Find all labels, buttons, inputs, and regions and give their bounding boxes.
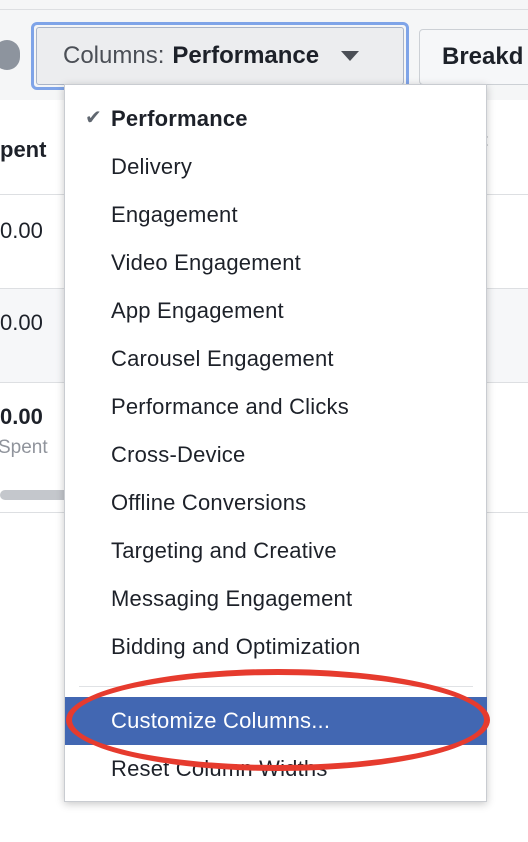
- columns-current-value: Performance: [172, 42, 320, 69]
- menu-item-engagement[interactable]: Engagement: [65, 191, 486, 239]
- menu-divider: [79, 686, 473, 687]
- menu-item-label: App Engagement: [111, 298, 284, 323]
- ads-manager-view: Columns: Performance Breakd pent : 0.00 …: [0, 0, 528, 842]
- menu-item-video-engagement[interactable]: Video Engagement: [65, 239, 486, 287]
- menu-item-label: Delivery: [111, 154, 193, 179]
- menu-item-carousel-engagement[interactable]: Carousel Engagement: [65, 335, 486, 383]
- columns-preset-menu: ✔ Performance Delivery Engagement Video …: [64, 84, 487, 802]
- menu-item-label: Reset Column Widths: [111, 756, 328, 781]
- menu-item-label: Performance and Clicks: [111, 394, 349, 419]
- caret-down-icon: [341, 51, 360, 61]
- menu-item-label: Video Engagement: [111, 250, 301, 275]
- menu-item-label: Messaging Engagement: [111, 586, 353, 611]
- amount-spent-total: 0.00: [0, 404, 43, 429]
- columns-dropdown-inner: Columns: Performance: [36, 27, 404, 85]
- menu-item-label: Performance: [111, 106, 248, 131]
- amount-spent-cell: 0.00: [0, 310, 43, 335]
- checkmark-icon: ✔: [85, 107, 102, 129]
- menu-item-label: Bidding and Optimization: [111, 634, 361, 659]
- menu-item-bidding-and-optimization[interactable]: Bidding and Optimization: [65, 623, 486, 671]
- amount-spent-total-label: Spent: [0, 437, 48, 458]
- columns-dropdown-button[interactable]: Columns: Performance: [31, 22, 409, 90]
- breakdown-label: Breakd: [442, 43, 524, 70]
- menu-item-targeting-and-creative[interactable]: Targeting and Creative: [65, 527, 486, 575]
- customize-columns-item[interactable]: Customize Columns...: [65, 697, 487, 745]
- horizontal-scrollbar[interactable]: [0, 490, 70, 500]
- columns-prefix-label: Columns:: [63, 42, 165, 69]
- menu-item-label: Engagement: [111, 202, 238, 227]
- reset-column-widths-item[interactable]: Reset Column Widths: [65, 754, 486, 784]
- toggle-switch[interactable]: [0, 40, 20, 70]
- menu-item-label: Targeting and Creative: [111, 538, 337, 563]
- menu-item-messaging-engagement[interactable]: Messaging Engagement: [65, 575, 486, 623]
- breakdown-button[interactable]: Breakd: [419, 29, 528, 85]
- menu-item-label: Customize Columns...: [111, 708, 331, 733]
- column-header-amount-spent[interactable]: pent: [0, 137, 46, 163]
- menu-item-delivery[interactable]: Delivery: [65, 143, 486, 191]
- menu-item-performance[interactable]: ✔ Performance: [65, 95, 486, 143]
- menu-item-label: Carousel Engagement: [111, 346, 334, 371]
- menu-item-cross-device[interactable]: Cross-Device: [65, 431, 486, 479]
- menu-item-label: Offline Conversions: [111, 490, 307, 515]
- menu-item-offline-conversions[interactable]: Offline Conversions: [65, 479, 486, 527]
- menu-item-app-engagement[interactable]: App Engagement: [65, 287, 486, 335]
- menu-item-label: Cross-Device: [111, 442, 246, 467]
- amount-spent-cell: 0.00: [0, 218, 43, 243]
- menu-item-performance-and-clicks[interactable]: Performance and Clicks: [65, 383, 486, 431]
- toolbar-divider: [0, 9, 528, 10]
